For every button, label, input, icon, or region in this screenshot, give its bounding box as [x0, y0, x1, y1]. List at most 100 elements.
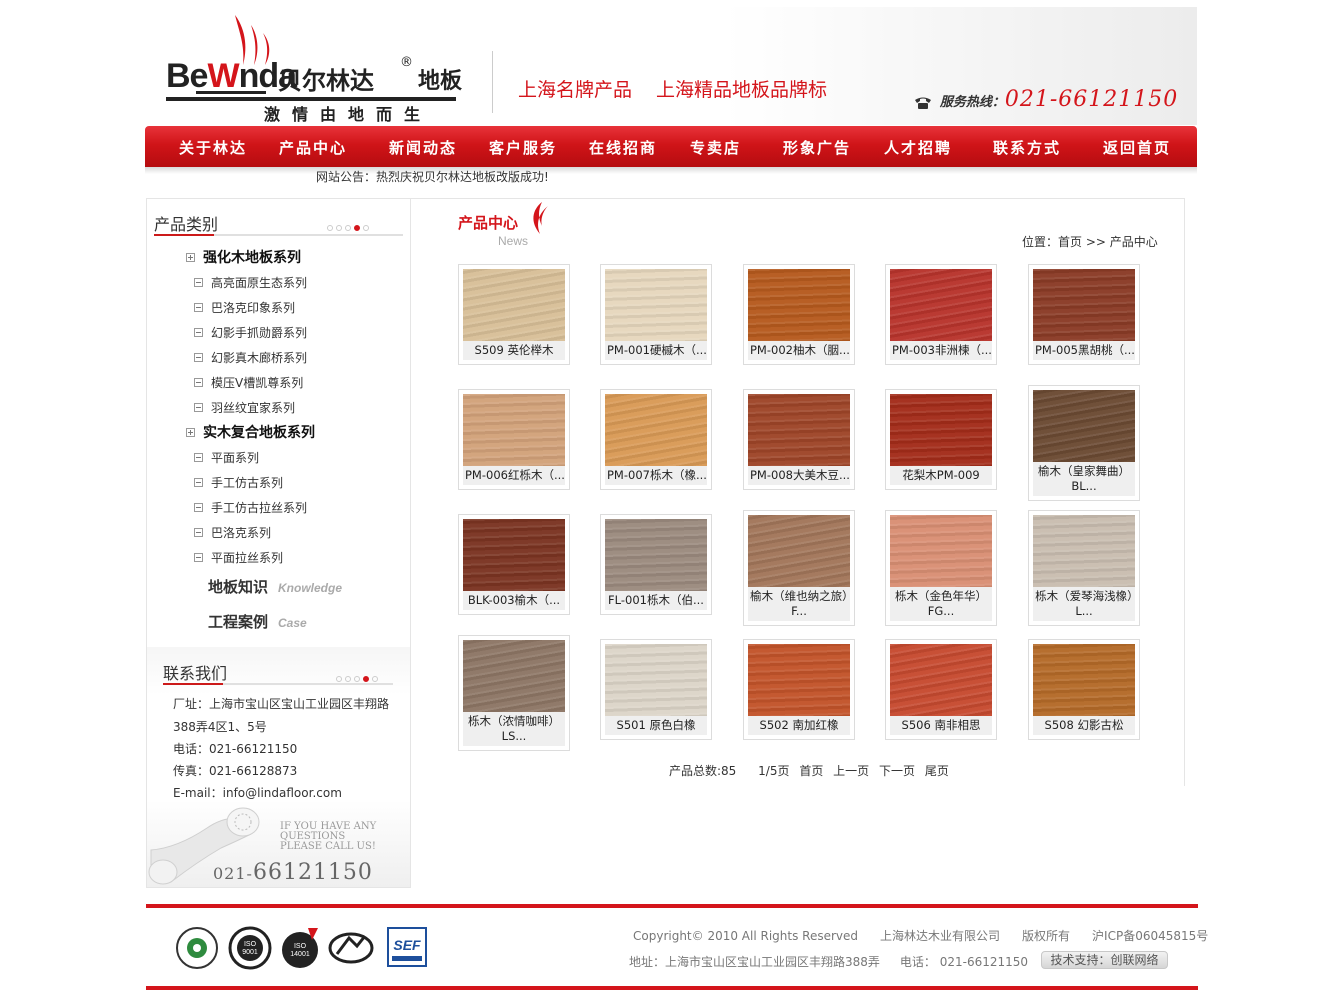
product-image[interactable] — [463, 394, 565, 466]
product-name[interactable]: 栎木（金色年华）FG... — [890, 587, 992, 621]
product-image[interactable] — [890, 269, 992, 341]
nav-item-products[interactable]: 产品中心 — [279, 137, 347, 158]
product-image[interactable] — [605, 519, 707, 591]
product-card[interactable]: PM-002柚木（胭... — [743, 264, 855, 365]
product-card[interactable]: 花梨木PM-009 — [885, 389, 997, 490]
nav-item-investment[interactable]: 在线招商 — [589, 137, 657, 158]
category-item[interactable]: 模压V槽凯尊系列 — [194, 374, 303, 391]
product-card[interactable]: PM-001硬槭木（... — [600, 264, 712, 365]
product-name[interactable]: PM-003非洲楝（... — [890, 341, 992, 360]
contact-email[interactable]: E-mail：info@lindafloor.com — [173, 784, 342, 801]
product-image-frame[interactable]: S508 幻影古松 — [1028, 639, 1140, 740]
product-image-frame[interactable]: S501 原色白橡 — [600, 639, 712, 740]
product-image[interactable] — [1033, 390, 1135, 462]
product-name[interactable]: PM-006红栎木（... — [463, 466, 565, 485]
category-group-engineered[interactable]: 实木复合地板系列 — [186, 422, 315, 442]
product-image-frame[interactable]: PM-006红栎木（... — [458, 389, 570, 490]
product-image[interactable] — [890, 644, 992, 716]
product-card[interactable]: 栎木（爱琴海浅橡）L... — [1028, 510, 1140, 626]
product-name[interactable]: FL-001栎木（伯... — [605, 591, 707, 610]
product-name[interactable]: PM-008大美木豆... — [748, 466, 850, 485]
category-item[interactable]: 巴洛克系列 — [194, 524, 271, 541]
product-image-frame[interactable]: PM-001硬槭木（... — [600, 264, 712, 365]
next-page-link[interactable]: 下一页 — [879, 764, 915, 778]
product-image[interactable] — [463, 640, 565, 712]
product-image-frame[interactable]: PM-002柚木（胭... — [743, 264, 855, 365]
category-item[interactable]: 手工仿古系列 — [194, 474, 283, 491]
product-image-frame[interactable]: BLK-003榆木（... — [458, 514, 570, 615]
category-group-laminate[interactable]: 强化木地板系列 — [186, 247, 301, 267]
product-image-frame[interactable]: PM-003非洲楝（... — [885, 264, 997, 365]
product-image-frame[interactable]: 榆木（维也纳之旅）F... — [743, 510, 855, 626]
product-image[interactable] — [1033, 269, 1135, 341]
product-image-frame[interactable]: PM-007栎木（橡... — [600, 389, 712, 490]
product-image[interactable] — [748, 515, 850, 587]
breadcrumb-home[interactable]: 首页 — [1058, 235, 1082, 249]
product-card[interactable]: PM-006红栎木（... — [458, 389, 570, 490]
category-item[interactable]: 巴洛克印象系列 — [194, 299, 295, 316]
nav-item-about[interactable]: 关于林达 — [179, 137, 247, 158]
category-item[interactable]: 幻影真木廊桥系列 — [194, 349, 307, 366]
product-image-frame[interactable]: S502 南加红橡 — [743, 639, 855, 740]
product-card[interactable]: 栎木（浓情咖啡）LS... — [458, 635, 570, 751]
product-name[interactable]: BLK-003榆木（... — [463, 591, 565, 610]
product-name[interactable]: 榆木（皇家舞曲）BL... — [1033, 462, 1135, 496]
product-image-frame[interactable]: PM-005黑胡桃（... — [1028, 264, 1140, 365]
nav-item-news[interactable]: 新闻动态 — [389, 137, 457, 158]
nav-item-jobs[interactable]: 人才招聘 — [884, 137, 952, 158]
product-image[interactable] — [748, 394, 850, 466]
product-image-frame[interactable]: 栎木（爱琴海浅橡）L... — [1028, 510, 1140, 626]
product-card[interactable]: S501 原色白橡 — [600, 639, 712, 740]
product-name[interactable]: 栎木（爱琴海浅橡）L... — [1033, 587, 1135, 621]
product-name[interactable]: 榆木（维也纳之旅）F... — [748, 587, 850, 621]
product-image[interactable] — [1033, 644, 1135, 716]
product-image-frame[interactable]: 栎木（金色年华）FG... — [885, 510, 997, 626]
product-name[interactable]: S502 南加红橡 — [748, 716, 850, 735]
product-image-frame[interactable]: FL-001栎木（伯... — [600, 514, 712, 615]
product-card[interactable]: PM-005黑胡桃（... — [1028, 264, 1140, 365]
floor-knowledge-link[interactable]: 地板知识 Knowledge — [208, 576, 342, 597]
product-name[interactable]: S506 南非相思 — [890, 716, 992, 735]
product-image-frame[interactable]: 栎木（浓情咖啡）LS... — [458, 635, 570, 751]
product-image[interactable] — [890, 515, 992, 587]
category-item[interactable]: 高亮面原生态系列 — [194, 274, 307, 291]
product-image-frame[interactable]: PM-008大美木豆... — [743, 389, 855, 490]
product-card[interactable]: PM-007栎木（橡... — [600, 389, 712, 490]
product-image-frame[interactable]: S509 英伦榉木 — [458, 264, 570, 365]
product-image-frame[interactable]: S506 南非相思 — [885, 639, 997, 740]
product-image[interactable] — [748, 644, 850, 716]
product-name[interactable]: 栎木（浓情咖啡）LS... — [463, 712, 565, 746]
product-image-frame[interactable]: 花梨木PM-009 — [885, 389, 997, 490]
product-name[interactable]: S501 原色白橡 — [605, 716, 707, 735]
site-logo[interactable]: BeWnda 贝尔林达 ® 地板 激情由地而生 — [166, 11, 466, 124]
product-card[interactable]: FL-001栎木（伯... — [600, 514, 712, 615]
last-page-link[interactable]: 尾页 — [925, 764, 949, 778]
product-name[interactable]: PM-002柚木（胭... — [748, 341, 850, 360]
nav-item-service[interactable]: 客户服务 — [489, 137, 557, 158]
product-card[interactable]: S509 英伦榉木 — [458, 264, 570, 365]
product-image[interactable] — [605, 644, 707, 716]
nav-item-home[interactable]: 返回首页 — [1103, 137, 1171, 158]
product-image-frame[interactable]: 榆木（皇家舞曲）BL... — [1028, 385, 1140, 501]
product-image[interactable] — [463, 519, 565, 591]
first-page-link[interactable]: 首页 — [799, 764, 823, 778]
nav-item-ads[interactable]: 形象广告 — [783, 137, 851, 158]
product-card[interactable]: 栎木（金色年华）FG... — [885, 510, 997, 626]
product-name[interactable]: S508 幻影古松 — [1033, 716, 1135, 735]
icp-link[interactable]: 沪ICP备06045815号 — [1092, 929, 1208, 943]
category-item[interactable]: 幻影手抓勋爵系列 — [194, 324, 307, 341]
category-item[interactable]: 平面系列 — [194, 449, 259, 466]
product-name[interactable]: 花梨木PM-009 — [890, 466, 992, 485]
category-item[interactable]: 平面拉丝系列 — [194, 549, 283, 566]
project-case-link[interactable]: 工程案例 Case — [208, 611, 307, 632]
product-card[interactable]: S502 南加红橡 — [743, 639, 855, 740]
product-image[interactable] — [1033, 515, 1135, 587]
product-card[interactable]: PM-008大美木豆... — [743, 389, 855, 490]
category-item[interactable]: 羽丝纹宜家系列 — [194, 399, 295, 416]
nav-item-contact[interactable]: 联系方式 — [993, 137, 1061, 158]
product-image[interactable] — [890, 394, 992, 466]
product-image[interactable] — [463, 269, 565, 341]
product-image[interactable] — [605, 394, 707, 466]
product-card[interactable]: S506 南非相思 — [885, 639, 997, 740]
product-card[interactable]: S508 幻影古松 — [1028, 639, 1140, 740]
